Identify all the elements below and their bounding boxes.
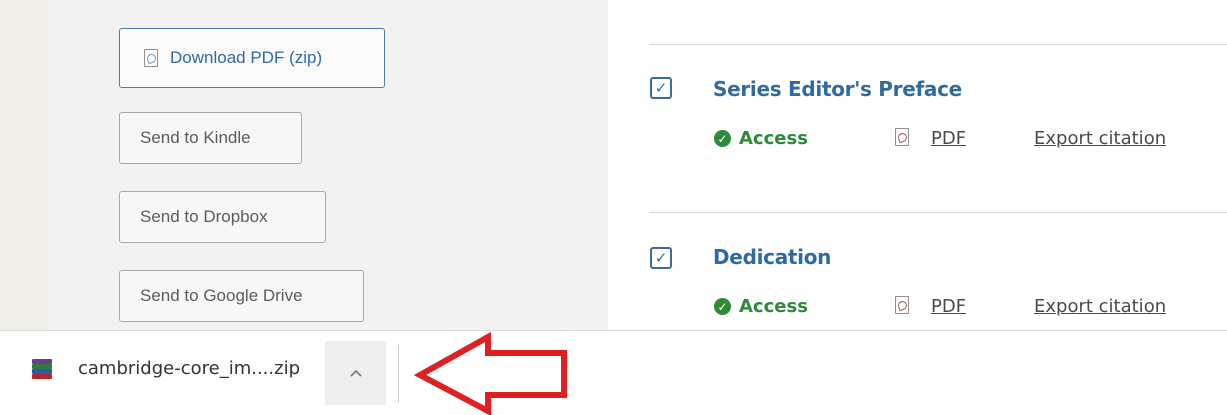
red-arrow-annotation (413, 331, 567, 415)
download-pdf-zip-label: Download PDF (zip) (170, 48, 323, 67)
send-to-google-drive-button[interactable]: Send to Google Drive (119, 270, 364, 322)
browser-download-bar: cambridge-core_im....zip (0, 330, 1227, 415)
item-title-link[interactable]: Dedication (713, 245, 831, 269)
page-background-strip (0, 0, 48, 330)
pdf-link[interactable]: PDF (931, 128, 966, 149)
download-pdf-zip-button[interactable]: Download PDF (zip) (119, 28, 385, 88)
download-options-button[interactable] (325, 341, 386, 405)
check-circle-icon: ✓ (714, 298, 731, 315)
access-status: ✓ Access (714, 296, 808, 317)
winrar-archive-icon (32, 359, 52, 381)
item-checkbox[interactable]: ✓ (650, 247, 672, 269)
send-to-kindle-label: Send to Kindle (140, 128, 251, 147)
chevron-up-icon (349, 369, 362, 377)
access-label: Access (739, 296, 808, 317)
item-title-link[interactable]: Series Editor's Preface (713, 77, 962, 101)
pdf-link[interactable]: PDF (931, 296, 966, 317)
send-to-kindle-button[interactable]: Send to Kindle (119, 112, 302, 164)
list-divider (649, 212, 1227, 213)
item-checkbox[interactable]: ✓ (650, 77, 672, 99)
access-status: ✓ Access (714, 128, 808, 149)
export-citation-link[interactable]: Export citation (1034, 296, 1166, 317)
download-bar-separator (398, 345, 399, 403)
send-to-dropbox-label: Send to Dropbox (140, 207, 268, 226)
check-circle-icon: ✓ (714, 130, 731, 147)
list-divider (649, 44, 1227, 45)
access-label: Access (739, 128, 808, 149)
export-citation-link[interactable]: Export citation (1034, 128, 1166, 149)
send-to-dropbox-button[interactable]: Send to Dropbox (119, 191, 326, 243)
send-to-google-drive-label: Send to Google Drive (140, 286, 303, 305)
pdf-icon (895, 296, 909, 314)
pdf-icon (144, 49, 158, 67)
pdf-icon (895, 128, 909, 146)
downloaded-file-name[interactable]: cambridge-core_im....zip (78, 358, 300, 379)
